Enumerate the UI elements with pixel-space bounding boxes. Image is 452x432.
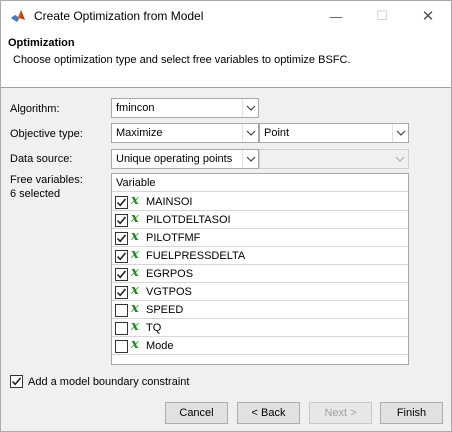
- chevron-down-icon: [242, 124, 258, 142]
- next-button: Next >: [309, 402, 372, 424]
- free-variables-table[interactable]: Variable x MAINSOI x PILOTDELTASOI x PILOTFMF…: [111, 173, 409, 365]
- x-variable-icon: x: [131, 337, 139, 352]
- checkmark-icon: [116, 270, 127, 279]
- chevron-down-icon: [392, 124, 408, 142]
- variable-column-header: Variable: [116, 177, 156, 189]
- variable-name: SPEED: [146, 304, 184, 316]
- variable-checkbox[interactable]: [115, 304, 128, 317]
- page-subtitle: Choose optimization type and select free…: [13, 54, 351, 66]
- table-row[interactable]: x SPEED: [112, 301, 408, 319]
- maximize-button[interactable]: ☐: [359, 1, 405, 31]
- x-variable-icon: x: [131, 301, 139, 316]
- data-source-select[interactable]: Unique operating points: [111, 149, 259, 169]
- table-row[interactable]: x VGTPOS: [112, 283, 408, 301]
- objective-mode-value: Point: [264, 127, 290, 139]
- chevron-down-icon: [392, 150, 408, 168]
- close-button[interactable]: ✕: [405, 1, 451, 31]
- x-variable-icon: x: [131, 283, 139, 298]
- checkmark-icon: [11, 377, 22, 386]
- objective-type-select[interactable]: Maximize: [111, 123, 259, 143]
- boundary-constraint-label: Add a model boundary constraint: [28, 376, 190, 388]
- table-row[interactable]: x PILOTFMF: [112, 229, 408, 247]
- variable-checkbox[interactable]: [115, 286, 128, 299]
- table-header[interactable]: Variable: [112, 174, 408, 192]
- table-row[interactable]: x EGRPOS: [112, 265, 408, 283]
- variable-name: MAINSOI: [146, 196, 193, 208]
- algorithm-value: fmincon: [116, 102, 155, 114]
- variable-checkbox[interactable]: [115, 214, 128, 227]
- variable-checkbox[interactable]: [115, 250, 128, 263]
- x-variable-icon: x: [131, 265, 139, 280]
- title-bar[interactable]: Create Optimization from Model — ☐ ✕: [1, 1, 451, 31]
- checkmark-icon: [116, 216, 127, 225]
- variable-checkbox[interactable]: [115, 340, 128, 353]
- create-optimization-dialog: Create Optimization from Model — ☐ ✕ Opt…: [0, 0, 452, 432]
- x-variable-icon: x: [131, 211, 139, 226]
- data-source-secondary-select: [259, 149, 409, 169]
- checkmark-icon: [116, 198, 127, 207]
- checkmark-icon: [116, 252, 127, 261]
- checkmark-icon: [116, 288, 127, 297]
- back-button[interactable]: < Back: [237, 402, 300, 424]
- variable-name: EGRPOS: [146, 268, 194, 280]
- variable-checkbox[interactable]: [115, 322, 128, 335]
- variable-checkbox[interactable]: [115, 196, 128, 209]
- table-row[interactable]: x TQ: [112, 319, 408, 337]
- minimize-button[interactable]: —: [313, 1, 359, 31]
- cancel-button[interactable]: Cancel: [165, 402, 228, 424]
- objective-type-value: Maximize: [116, 127, 163, 139]
- variable-name: Mode: [146, 340, 174, 352]
- x-variable-icon: x: [131, 229, 139, 244]
- variable-checkbox[interactable]: [115, 232, 128, 245]
- data-source-value: Unique operating points: [116, 153, 233, 165]
- table-row[interactable]: x FUELPRESSDELTA: [112, 247, 408, 265]
- variable-name: PILOTFMF: [146, 232, 201, 244]
- header-panel: Optimization Choose optimization type an…: [1, 31, 451, 88]
- boundary-constraint-checkbox[interactable]: [10, 375, 23, 388]
- chevron-down-icon: [242, 99, 258, 117]
- variable-checkbox[interactable]: [115, 268, 128, 281]
- checkmark-icon: [116, 234, 127, 243]
- matlab-icon: [10, 8, 26, 24]
- data-source-label: Data source:: [10, 153, 73, 165]
- table-row[interactable]: x Mode: [112, 337, 408, 355]
- finish-button[interactable]: Finish: [380, 402, 443, 424]
- algorithm-select[interactable]: fmincon: [111, 98, 259, 118]
- variable-name: VGTPOS: [146, 286, 192, 298]
- variable-name: FUELPRESSDELTA: [146, 250, 246, 262]
- variable-name: PILOTDELTASOI: [146, 214, 231, 226]
- page-title: Optimization: [8, 37, 75, 49]
- x-variable-icon: x: [131, 193, 139, 208]
- window-title: Create Optimization from Model: [34, 9, 204, 23]
- x-variable-icon: x: [131, 247, 139, 262]
- algorithm-label: Algorithm:: [10, 103, 60, 115]
- objective-type-label: Objective type:: [10, 128, 83, 140]
- free-variables-label: Free variables:: [10, 174, 83, 186]
- free-variables-count: 6 selected: [10, 188, 61, 200]
- table-row[interactable]: x MAINSOI: [112, 193, 408, 211]
- objective-mode-select[interactable]: Point: [259, 123, 409, 143]
- table-row[interactable]: x PILOTDELTASOI: [112, 211, 408, 229]
- chevron-down-icon: [242, 150, 258, 168]
- variable-name: TQ: [146, 322, 162, 334]
- x-variable-icon: x: [131, 319, 139, 334]
